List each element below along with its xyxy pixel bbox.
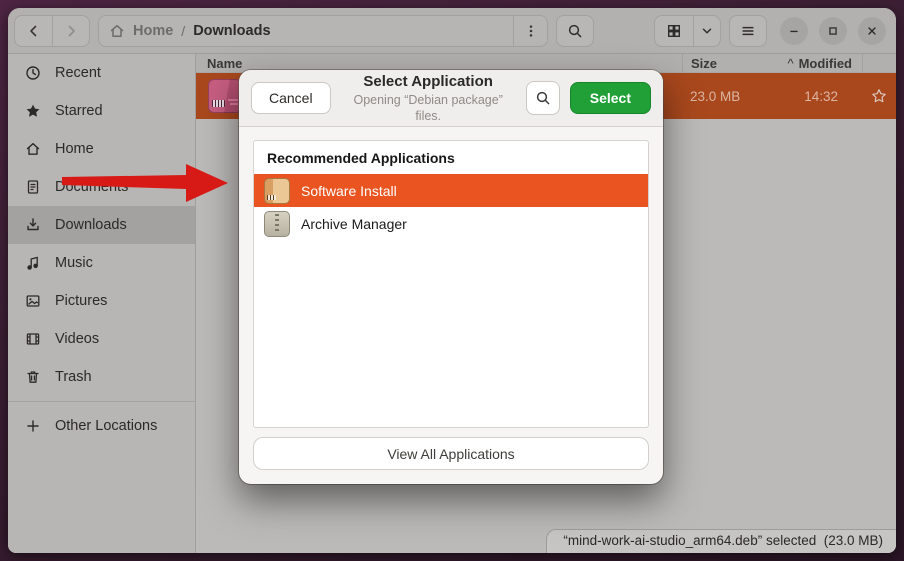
barcode-detail <box>212 100 225 107</box>
sidebar-separator <box>8 401 195 402</box>
music-note-icon <box>25 255 41 271</box>
file-modified: 14:32 <box>804 89 838 104</box>
search-icon <box>567 23 583 39</box>
hamburger-menu-icon <box>740 23 756 39</box>
grid-view-icon <box>666 23 682 39</box>
sort-ascending-icon: ^ <box>787 56 793 71</box>
chevron-down-icon <box>700 24 714 38</box>
image-icon <box>25 293 41 309</box>
select-button[interactable]: Select <box>570 82 651 114</box>
select-application-dialog: Cancel Select Application Opening “Debia… <box>239 70 663 484</box>
dialog-header: Cancel Select Application Opening “Debia… <box>239 70 663 127</box>
kebab-menu-icon <box>523 23 539 39</box>
deb-package-icon <box>208 79 242 113</box>
sidebar-item-downloads[interactable]: Downloads <box>8 206 195 244</box>
column-header-modified[interactable]: ^Modified <box>787 56 852 71</box>
column-header-star <box>862 54 896 72</box>
chevron-left-icon <box>26 23 42 39</box>
sidebar-item-label: Other Locations <box>55 418 157 434</box>
recommended-section-header: Recommended Applications <box>254 141 648 174</box>
breadcrumb-separator: / <box>181 23 185 39</box>
sidebar-item-label: Home <box>55 141 94 157</box>
minimize-icon <box>787 24 801 38</box>
history-nav-group <box>14 15 90 47</box>
close-icon <box>865 24 879 38</box>
grid-view-button[interactable] <box>655 16 693 46</box>
dialog-body: Recommended Applications Software Instal… <box>239 127 663 484</box>
path-menu-button[interactable] <box>513 16 547 46</box>
app-row-archive-manager[interactable]: Archive Manager <box>254 207 648 240</box>
file-star-cell[interactable] <box>862 88 896 104</box>
home-icon <box>25 141 41 157</box>
dialog-subtitle: Opening “Debian package” files. <box>341 92 516 125</box>
dialog-title: Select Application <box>341 72 516 92</box>
plus-icon <box>25 418 41 434</box>
sidebar-item-label: Recent <box>55 65 101 81</box>
dialog-title-block: Select Application Opening “Debian packa… <box>341 72 516 124</box>
dialog-search-button[interactable] <box>526 81 560 115</box>
application-list: Recommended Applications Software Instal… <box>253 140 649 428</box>
back-button[interactable] <box>15 16 52 46</box>
home-icon <box>109 23 125 39</box>
sidebar-item-label: Music <box>55 255 93 271</box>
star-outline-icon <box>871 88 887 104</box>
film-icon <box>25 331 41 347</box>
sidebar-item-starred[interactable]: Starred <box>8 92 195 130</box>
close-button[interactable] <box>858 17 886 45</box>
sidebar-item-other-locations[interactable]: Other Locations <box>8 407 195 445</box>
breadcrumb-path[interactable]: Home / Downloads <box>99 23 513 39</box>
sidebar-item-label: Trash <box>55 369 92 385</box>
archive-manager-icon <box>264 211 290 237</box>
maximize-button[interactable] <box>819 17 847 45</box>
sidebar-item-label: Starred <box>55 103 103 119</box>
column-header-mid: Size ^Modified <box>682 54 862 72</box>
sidebar-item-pictures[interactable]: Pictures <box>8 282 195 320</box>
clock-icon <box>25 65 41 81</box>
sidebar: Recent Starred Home Documents Downloads <box>8 54 196 553</box>
sidebar-item-home[interactable]: Home <box>8 130 195 168</box>
window-controls <box>780 17 886 45</box>
sidebar-item-recent[interactable]: Recent <box>8 54 195 92</box>
cancel-button[interactable]: Cancel <box>251 82 331 114</box>
download-icon <box>25 217 41 233</box>
main-menu-button[interactable] <box>729 15 767 47</box>
sidebar-item-label: Pictures <box>55 293 107 309</box>
selection-status-bar: “mind-work-ai-studio_arm64.deb” selected… <box>546 529 896 553</box>
view-toggle-group <box>654 15 721 47</box>
search-button[interactable] <box>556 15 594 47</box>
sidebar-item-videos[interactable]: Videos <box>8 320 195 358</box>
sidebar-item-label: Videos <box>55 331 99 347</box>
sidebar-item-music[interactable]: Music <box>8 244 195 282</box>
document-icon <box>25 179 41 195</box>
sidebar-item-label: Downloads <box>55 217 127 233</box>
minimize-button[interactable] <box>780 17 808 45</box>
column-header-size[interactable]: Size <box>691 56 717 71</box>
breadcrumb: Home / Downloads <box>98 15 548 47</box>
sidebar-item-trash[interactable]: Trash <box>8 358 195 396</box>
desktop-background: Home / Downloads <box>0 0 904 561</box>
software-install-icon <box>264 178 290 204</box>
star-icon <box>25 103 41 119</box>
breadcrumb-current[interactable]: Downloads <box>193 23 270 39</box>
forward-button[interactable] <box>52 16 89 46</box>
trash-icon <box>25 369 41 385</box>
file-size: 23.0 MB <box>690 89 740 104</box>
app-name: Software Install <box>301 183 397 199</box>
file-meta-cell: 23.0 MB 14:32 <box>682 89 862 104</box>
app-name: Archive Manager <box>301 216 407 232</box>
view-options-button[interactable] <box>693 16 720 46</box>
chevron-right-icon <box>63 23 79 39</box>
sidebar-item-documents[interactable]: Documents <box>8 168 195 206</box>
search-icon <box>535 90 551 106</box>
sidebar-item-label: Documents <box>55 179 128 195</box>
view-all-applications-button[interactable]: View All Applications <box>253 437 649 470</box>
breadcrumb-home[interactable]: Home <box>133 23 173 39</box>
app-row-software-install[interactable]: Software Install <box>254 174 648 207</box>
header-bar: Home / Downloads <box>8 8 896 54</box>
maximize-icon <box>826 24 840 38</box>
